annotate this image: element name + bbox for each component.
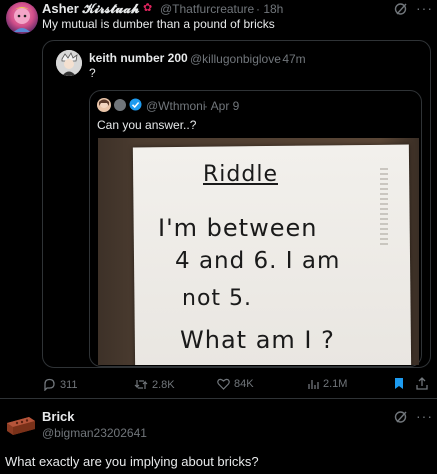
reply-icon: [44, 378, 55, 391]
riddle-title: Riddle: [203, 162, 278, 187]
tweet-photo[interactable]: Riddle I'm between 4 and 6. I am not 5. …: [98, 138, 419, 365]
retweet-icon: [134, 380, 148, 389]
avatar[interactable]: [56, 50, 82, 76]
grok-icon[interactable]: [394, 410, 408, 424]
reply-button[interactable]: 311: [43, 378, 78, 391]
quote-text: ?: [89, 66, 96, 80]
like-count: 84K: [234, 378, 254, 390]
grok-icon[interactable]: [394, 2, 408, 16]
avatar[interactable]: [5, 413, 37, 439]
author-name[interactable]: Asher 𝓚𝓲𝓻𝓼𝓽𝓾𝓪𝓱: [42, 1, 139, 17]
verified-icon: [129, 98, 142, 111]
share-button[interactable]: [416, 377, 428, 395]
nested-quote-time[interactable]: · Apr 9: [204, 99, 239, 113]
quote-author-name[interactable]: keith number 200: [89, 51, 188, 65]
retweet-button[interactable]: 2.8K: [134, 378, 175, 391]
emoji-icon: ✿: [143, 2, 153, 14]
view-count: 2.1M: [323, 378, 348, 390]
nested-quote-handle[interactable]: @Wthmoni: [146, 99, 206, 113]
views-icon: [308, 380, 319, 389]
paper-print: [380, 168, 388, 248]
more-icon[interactable]: ···: [416, 0, 433, 16]
heart-icon: [217, 378, 230, 390]
riddle-line-2: 4 and 6. I am: [175, 248, 341, 274]
riddle-line-4: What am I ?: [180, 326, 335, 354]
more-icon[interactable]: ···: [416, 408, 433, 424]
share-icon: [416, 377, 428, 390]
views-button[interactable]: 2.1M: [307, 378, 347, 390]
quote-author-handle[interactable]: @killugonbiglove: [190, 52, 281, 66]
divider: [0, 398, 437, 399]
tweet-text: My mutual is dumber than a pound of bric…: [42, 17, 275, 31]
reply-author-name[interactable]: Brick: [42, 409, 75, 424]
like-button[interactable]: 84K: [217, 378, 254, 390]
retweet-count: 2.8K: [152, 378, 175, 391]
avatar[interactable]: [97, 98, 111, 112]
badge-icon: [114, 99, 126, 111]
bookmark-button[interactable]: [394, 377, 404, 395]
nested-quote-text: Can you answer..?: [97, 118, 197, 132]
reply-author-handle[interactable]: @bigman23202641: [42, 426, 147, 440]
bookmark-icon: [395, 378, 403, 389]
tweet-time[interactable]: · 18h: [256, 2, 283, 16]
quote-time[interactable]: · 47m: [275, 52, 306, 66]
author-handle[interactable]: @Thatfurcreature: [160, 2, 254, 16]
riddle-line-1: I'm between: [158, 214, 318, 242]
avatar[interactable]: [6, 2, 38, 34]
reply-text: What exactly are you implying about bric…: [5, 454, 259, 469]
reply-count: 311: [60, 378, 78, 391]
riddle-line-3: not 5.: [182, 286, 253, 311]
